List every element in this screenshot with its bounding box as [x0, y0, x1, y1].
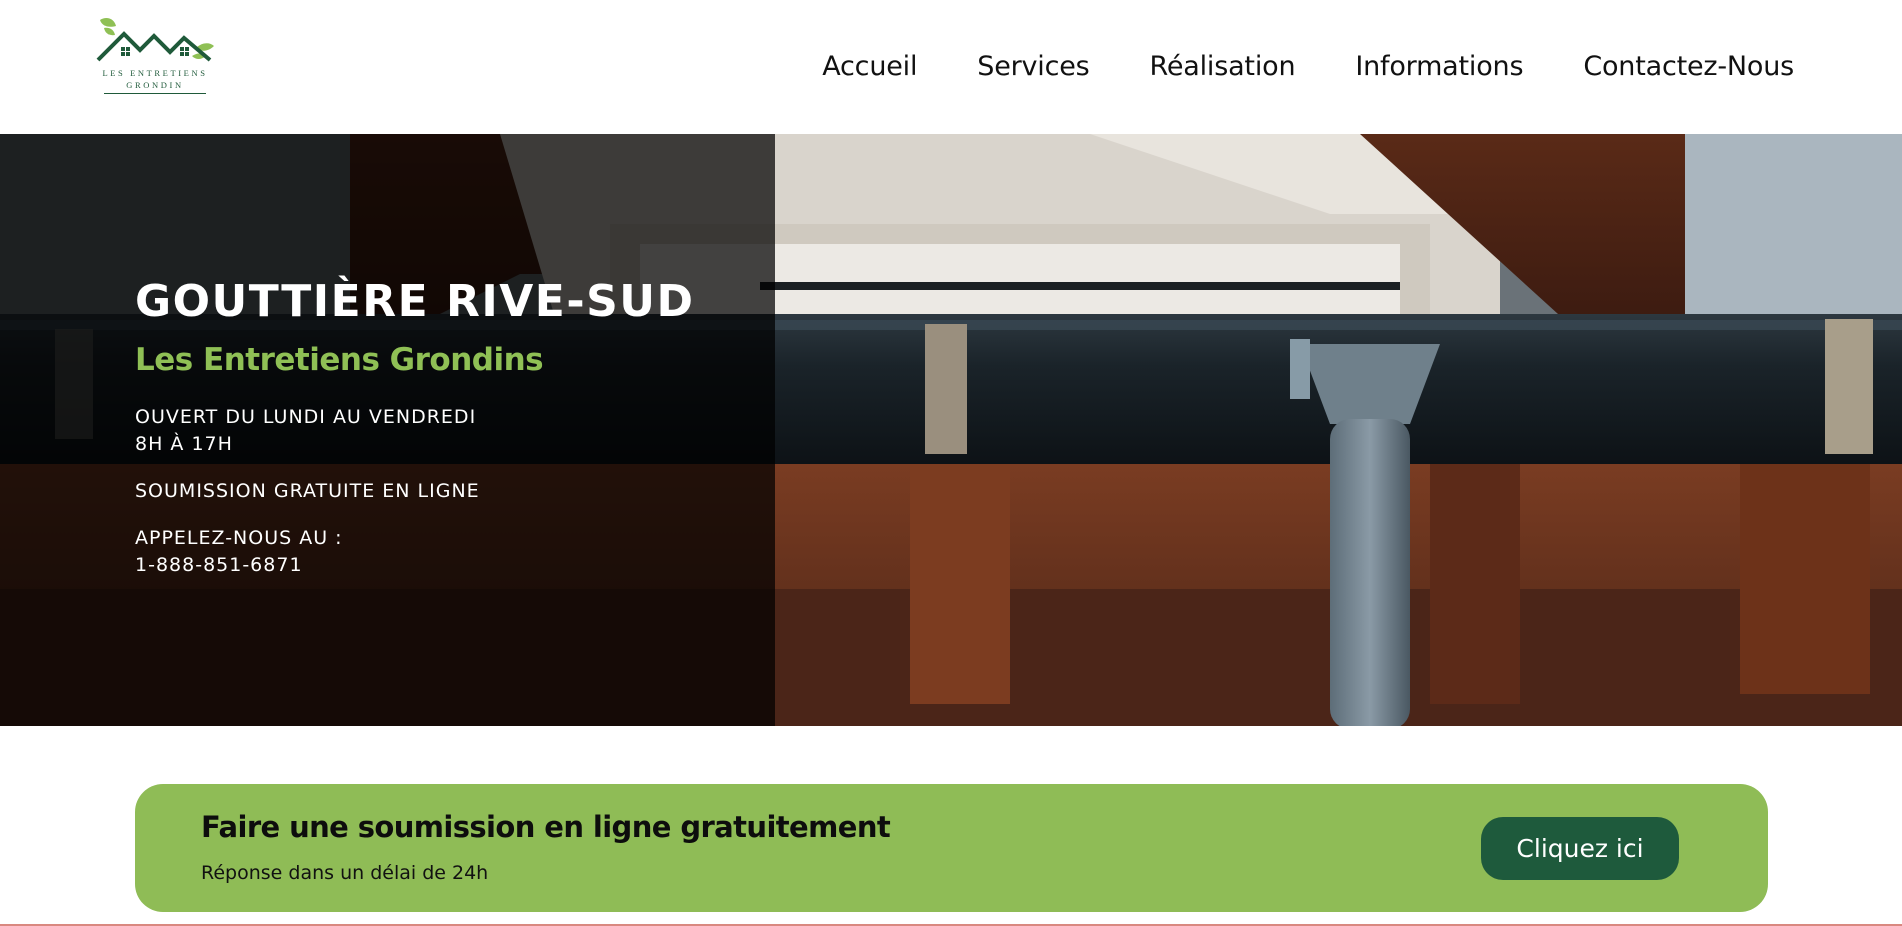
nav-item-realisation[interactable]: Réalisation — [1150, 51, 1296, 82]
click-here-button[interactable]: Cliquez ici — [1481, 817, 1679, 880]
hero-title: GOUTTIÈRE RIVE-SUD — [135, 276, 695, 327]
hero-subtitle: Les Entretiens Grondins — [135, 342, 544, 379]
hours-line-2: 8H À 17H — [135, 433, 233, 456]
nav-item-accueil[interactable]: Accueil — [822, 51, 917, 82]
quote-cta-banner: Faire une soumission en ligne gratuiteme… — [135, 784, 1768, 912]
house-leaves-logo-icon — [96, 18, 214, 62]
free-quote-note: SOUMISSION GRATUITE EN LIGNE — [135, 478, 755, 505]
phone-block: APPELEZ-NOUS AU : 1-888-851-6871 — [135, 525, 755, 579]
logo-text-line1: LES ENTRETIENS — [102, 68, 208, 78]
free-quote-text: SOUMISSION GRATUITE EN LIGNE — [135, 480, 480, 503]
phone-number[interactable]: 1-888-851-6871 — [135, 552, 755, 579]
site-logo[interactable]: LES ENTRETIENS GRONDIN — [92, 14, 218, 98]
logo-underline — [104, 93, 206, 94]
opening-hours: OUVERT DU LUNDI AU VENDREDI 8H À 17H — [135, 404, 755, 458]
cta-title: Faire une soumission en ligne gratuiteme… — [201, 810, 891, 844]
nav-item-contactez-nous[interactable]: Contactez-Nous — [1583, 51, 1794, 82]
logo-text-line2: GRONDIN — [126, 80, 184, 90]
nav-item-informations[interactable]: Informations — [1355, 51, 1523, 82]
nav-item-services[interactable]: Services — [977, 51, 1089, 82]
cta-subtitle: Réponse dans un délai de 24h — [201, 862, 489, 884]
hours-line-1: OUVERT DU LUNDI AU VENDREDI — [135, 406, 477, 429]
main-nav: Accueil Services Réalisation Information… — [822, 44, 1794, 88]
hero-section: GOUTTIÈRE RIVE-SUD Les Entretiens Grondi… — [0, 134, 1902, 726]
hero-content: GOUTTIÈRE RIVE-SUD Les Entretiens Grondi… — [135, 276, 755, 579]
site-header: LES ENTRETIENS GRONDIN Accueil Services … — [0, 0, 1902, 134]
call-label: APPELEZ-NOUS AU : — [135, 527, 343, 550]
